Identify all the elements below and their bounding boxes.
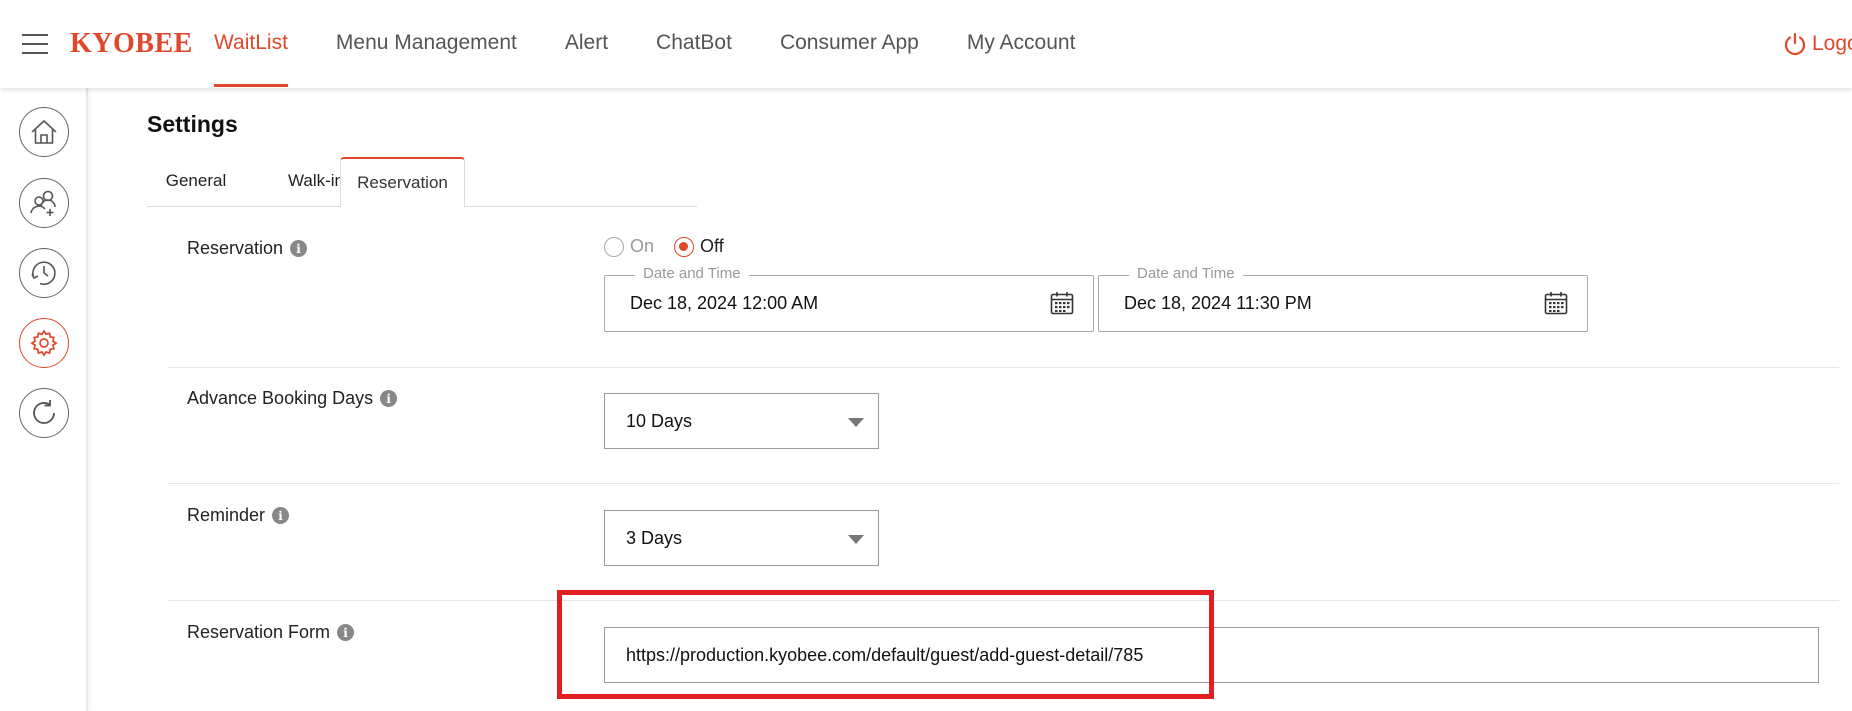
reservation-form-label: Reservation Form i (187, 622, 355, 643)
advance-booking-label: Advance Booking Days i (187, 388, 398, 409)
add-user-icon (30, 190, 56, 216)
nav-menu-management[interactable]: Menu Management (336, 0, 517, 88)
end-datetime-legend: Date and Time (1129, 265, 1243, 282)
divider (167, 367, 1839, 368)
reservation-on-radio[interactable]: On (604, 236, 654, 257)
sidebar-refresh[interactable] (19, 388, 69, 438)
info-icon[interactable]: i (337, 624, 355, 641)
top-bar: KYOBEE WaitList Menu Management Alert Ch… (0, 0, 1852, 88)
advance-booking-select[interactable]: 10 Days (604, 393, 879, 449)
home-icon (31, 119, 57, 144)
history-icon (31, 261, 56, 285)
nav-alert[interactable]: Alert (565, 0, 608, 88)
brand-logo[interactable]: KYOBEE (70, 28, 193, 60)
reminder-select[interactable]: 3 Days (604, 510, 879, 566)
tab-reservation[interactable]: Reservation (340, 157, 465, 208)
reservation-label: Reservation i (187, 238, 308, 259)
sidebar-home[interactable] (19, 107, 69, 157)
gear-icon (30, 329, 58, 357)
reservation-off-radio[interactable]: Off (674, 236, 724, 257)
info-icon[interactable]: i (290, 240, 308, 257)
radio-off-label: Off (700, 236, 724, 256)
power-icon (1784, 32, 1806, 56)
chevron-down-icon (848, 535, 864, 544)
refresh-icon (33, 400, 55, 424)
reminder-label-text: Reminder (187, 505, 266, 525)
start-datetime-legend: Date and Time (635, 265, 749, 282)
reminder-label: Reminder i (187, 505, 290, 526)
reservation-form-label-text: Reservation Form (187, 622, 331, 642)
sidebar (0, 88, 88, 711)
divider (167, 600, 1839, 601)
reminder-value: 3 Days (626, 528, 683, 548)
end-datetime-field[interactable]: Date and Time Dec 18, 2024 11:30 PM (1098, 265, 1588, 332)
reservation-label-text: Reservation (187, 238, 284, 258)
radio-circle (674, 236, 695, 257)
page-title: Settings (147, 111, 238, 137)
main-nav: WaitList Menu Management Alert ChatBot C… (214, 0, 1123, 88)
nav-chatbot[interactable]: ChatBot (656, 0, 732, 88)
info-icon[interactable]: i (380, 390, 398, 407)
logout-button[interactable]: Logo (1782, 31, 1852, 57)
logout-label: Logo (1812, 32, 1852, 55)
radio-circle (604, 236, 624, 257)
start-datetime-field[interactable]: Date and Time Dec 18, 2024 12:00 AM (604, 265, 1094, 332)
radio-on-label: On (630, 236, 655, 256)
advance-booking-label-text: Advance Booking Days (187, 388, 374, 408)
calendar-icon[interactable] (1049, 290, 1075, 316)
nav-my-account[interactable]: My Account (967, 0, 1076, 88)
nav-waitlist[interactable]: WaitList (214, 0, 288, 88)
advance-booking-value: 10 Days (626, 411, 693, 431)
sidebar-history[interactable] (19, 248, 69, 298)
sidebar-add-user[interactable] (19, 178, 69, 228)
info-icon[interactable]: i (272, 507, 290, 524)
nav-consumer-app[interactable]: Consumer App (780, 0, 919, 88)
sidebar-settings[interactable] (19, 318, 69, 368)
tab-general[interactable]: General (147, 157, 245, 207)
start-datetime-value: Dec 18, 2024 12:00 AM (630, 293, 819, 313)
settings-tabs: General Walk-in Reservation (147, 157, 697, 208)
end-datetime-value: Dec 18, 2024 11:30 PM (1124, 293, 1312, 313)
divider (167, 483, 1839, 484)
reservation-form-url-field[interactable]: https://production.kyobee.com/default/gu… (604, 627, 1819, 683)
chevron-down-icon (848, 418, 864, 427)
menu-icon[interactable] (22, 34, 48, 54)
reservation-toggle: On Off (604, 236, 744, 257)
calendar-icon[interactable] (1543, 290, 1569, 316)
